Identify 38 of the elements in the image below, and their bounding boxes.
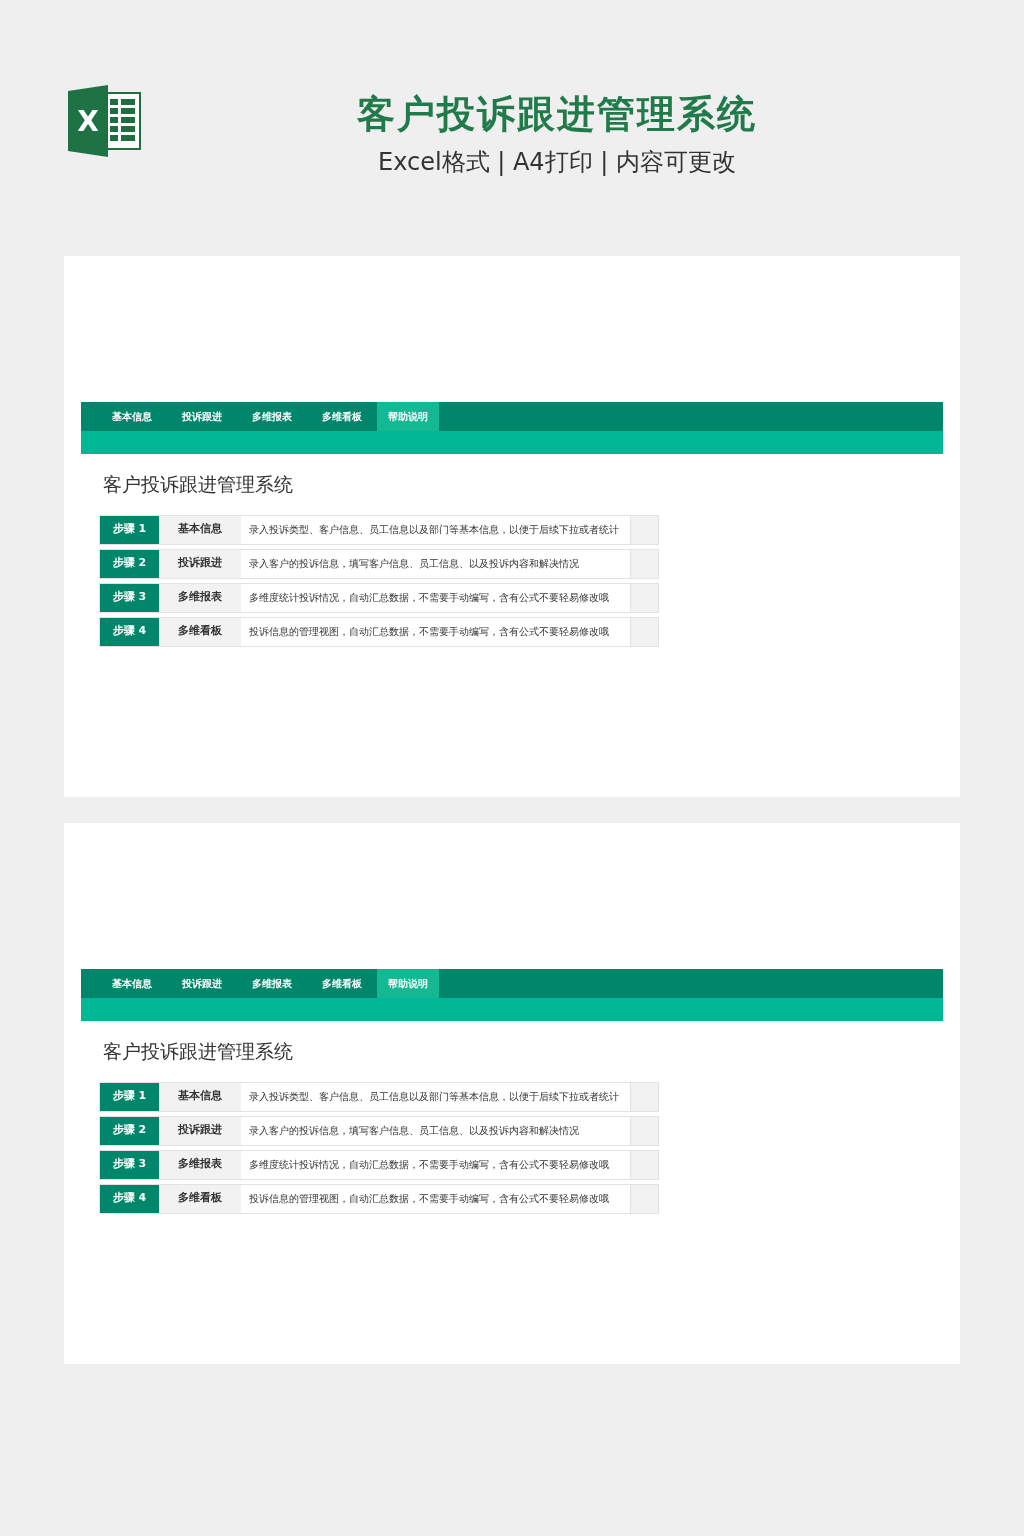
tab[interactable]: 基本信息: [97, 402, 167, 431]
step-label: 步骤 1: [100, 515, 159, 544]
step-description: 多维度统计投诉情况，自动汇总数据，不需要手动编写，含有公式不要轻易修改哦: [248, 1157, 610, 1172]
step-description: 录入客户的投诉信息，填写客户信息、员工信息、以及投诉内容和解决情况: [248, 556, 580, 571]
step-description: 投诉信息的管理视图，自动汇总数据，不需要手动编写，含有公式不要轻易修改哦: [248, 1191, 610, 1206]
subtitle: Excel格式 | A4打印 | 内容可更改: [378, 146, 736, 178]
step-name: 多维看板: [159, 617, 241, 646]
tab[interactable]: 帮助说明: [377, 402, 439, 431]
step-label: 步骤 4: [100, 1184, 159, 1213]
step-name: 多维看板: [159, 1184, 241, 1213]
step-label: 步骤 2: [100, 549, 159, 578]
step-description: 投诉信息的管理视图，自动汇总数据，不需要手动编写，含有公式不要轻易修改哦: [248, 624, 610, 639]
step-label: 步骤 2: [100, 1116, 159, 1145]
step-label: 步骤 1: [100, 1082, 159, 1111]
tab[interactable]: 帮助说明: [377, 969, 439, 998]
tab[interactable]: 多维报表: [237, 969, 307, 998]
step-name: 多维报表: [159, 1150, 241, 1179]
tab[interactable]: 基本信息: [97, 969, 167, 998]
step-label: 步骤 3: [100, 583, 159, 612]
step-name: 投诉跟进: [159, 1116, 241, 1145]
step-name: 基本信息: [159, 515, 241, 544]
step-description: 录入客户的投诉信息，填写客户信息、员工信息、以及投诉内容和解决情况: [248, 1123, 580, 1138]
sheet-heading: 客户投诉跟进管理系统: [103, 1039, 293, 1064]
step-label: 步骤 3: [100, 1150, 159, 1179]
page-title: 客户投诉跟进管理系统: [357, 92, 757, 138]
tab[interactable]: 多维报表: [237, 402, 307, 431]
tab[interactable]: 投诉跟进: [167, 969, 237, 998]
step-name: 投诉跟进: [159, 549, 241, 578]
step-name: 基本信息: [159, 1082, 241, 1111]
step-description: 多维度统计投诉情况，自动汇总数据，不需要手动编写，含有公式不要轻易修改哦: [248, 590, 610, 605]
sheet-heading: 客户投诉跟进管理系统: [103, 472, 293, 497]
tab[interactable]: 投诉跟进: [167, 402, 237, 431]
step-label: 步骤 4: [100, 617, 159, 646]
tab[interactable]: 多维看板: [307, 402, 377, 431]
step-name: 多维报表: [159, 583, 241, 612]
tab[interactable]: 多维看板: [307, 969, 377, 998]
step-description: 录入投诉类型、客户信息、员工信息以及部门等基本信息，以便于后续下拉或者统计: [248, 1089, 620, 1104]
step-description: 录入投诉类型、客户信息、员工信息以及部门等基本信息，以便于后续下拉或者统计: [248, 522, 620, 537]
